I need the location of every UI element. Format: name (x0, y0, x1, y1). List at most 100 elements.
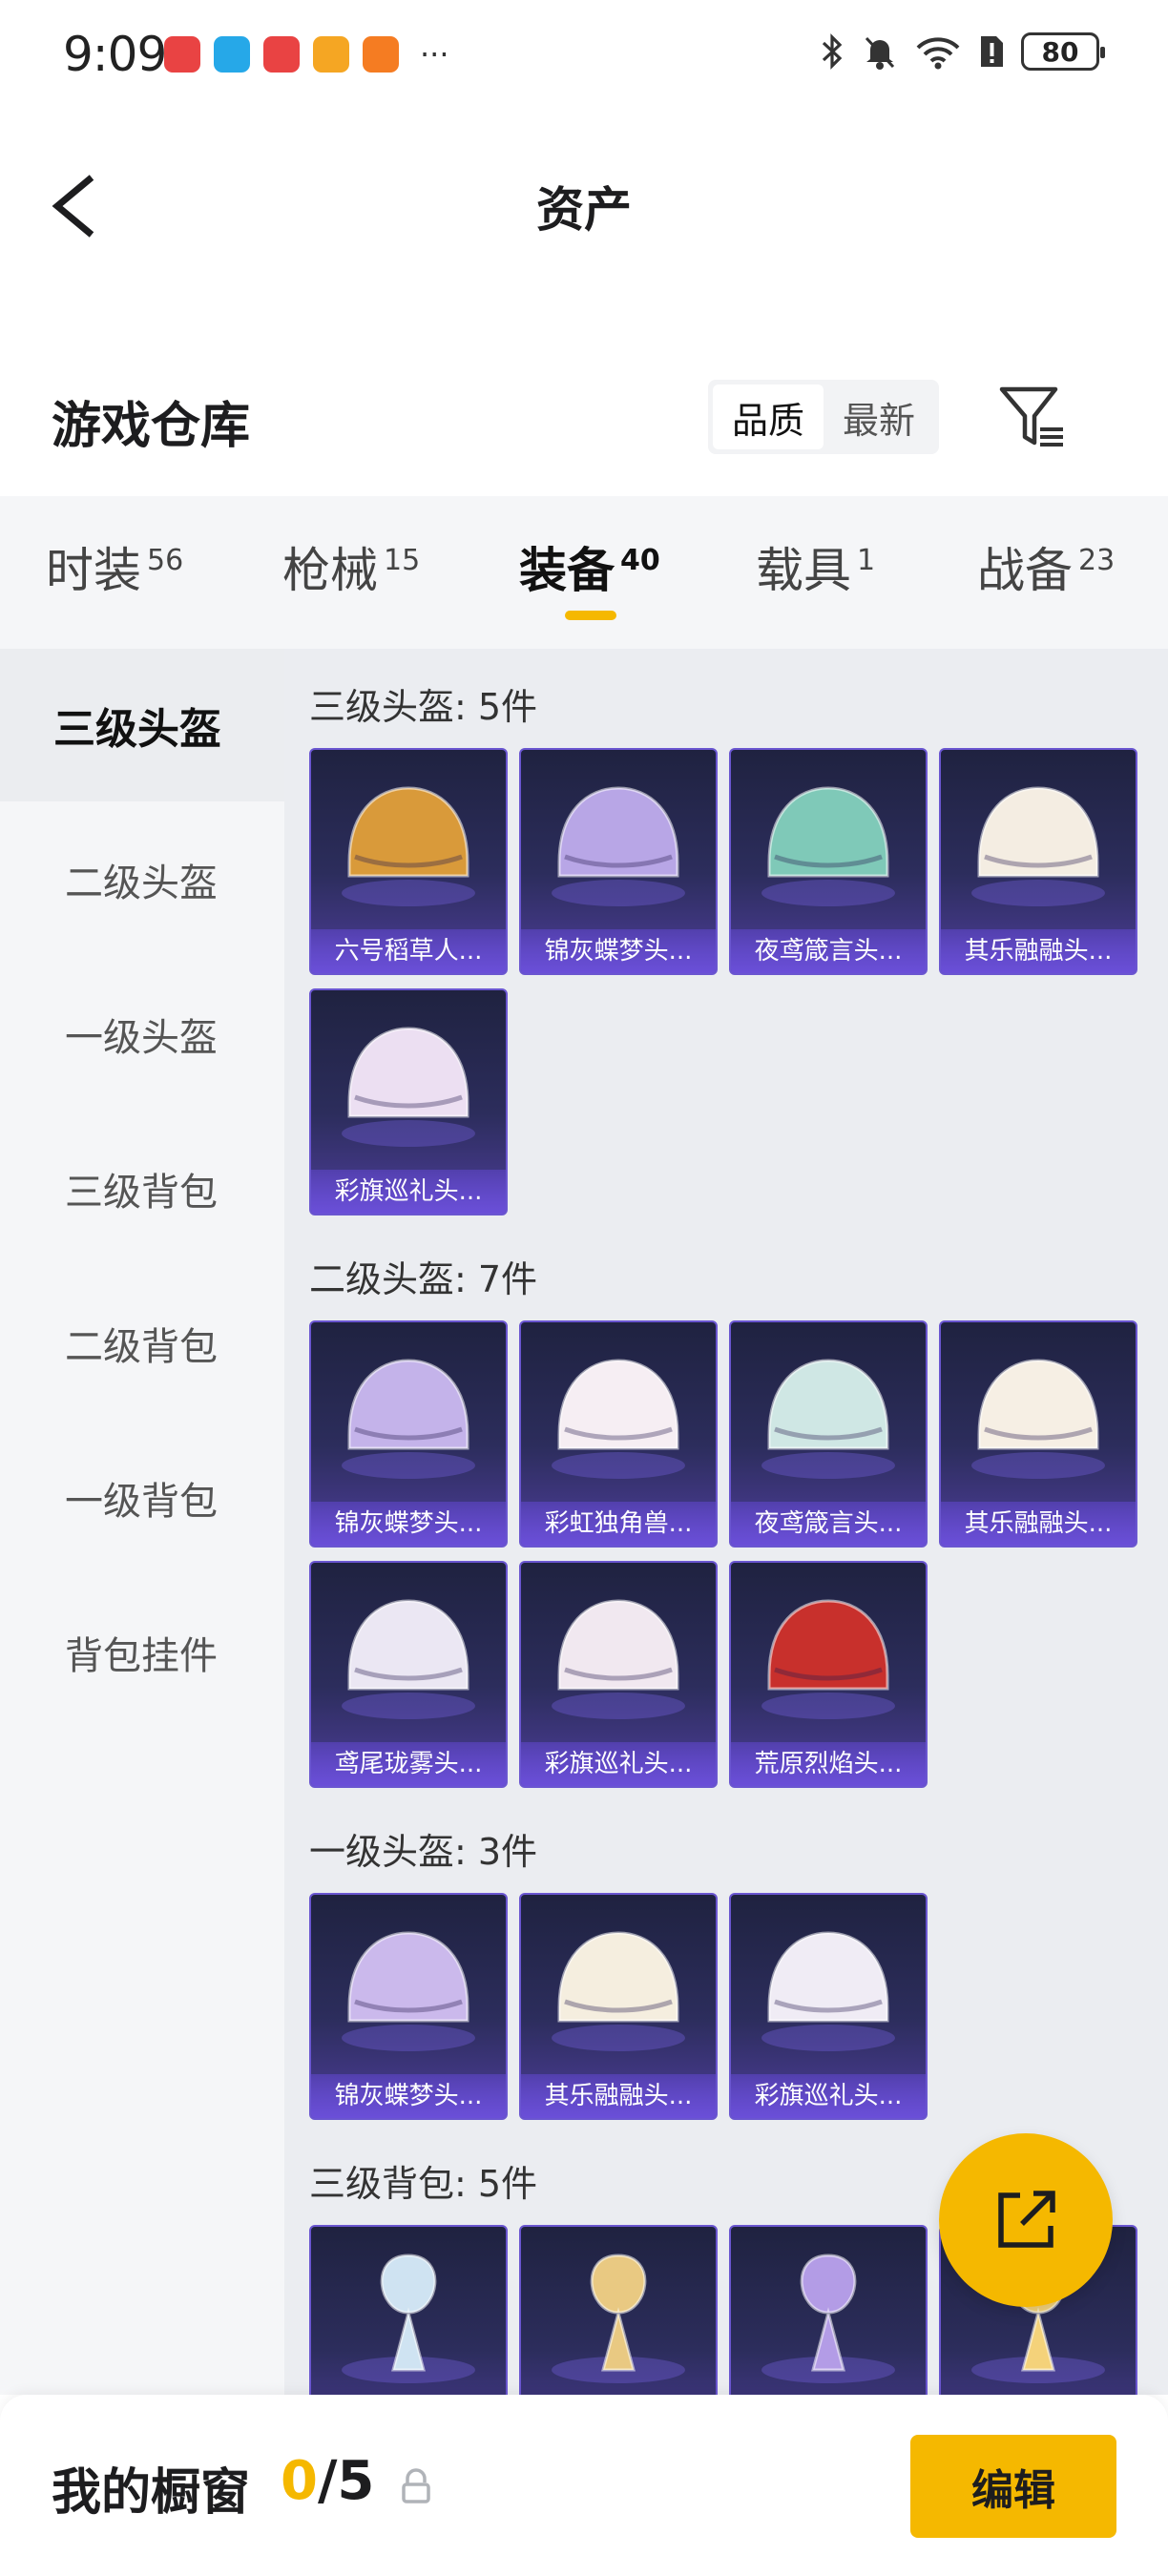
helmet-icon (552, 1359, 685, 1479)
tab-vehicles[interactable]: 载具 1 (756, 532, 875, 601)
item-name: 鸢尾珑雾头... (311, 1742, 506, 1786)
item-card[interactable]: 其乐融融头... (939, 1320, 1137, 1548)
sidebar-item-level1-backpack[interactable]: 一级背包 (0, 1422, 284, 1574)
item-card[interactable]: 夜鸢箴言头... (729, 1320, 928, 1548)
sim-alert-icon (981, 36, 1003, 67)
app-notification-icon (363, 36, 399, 73)
helmet-icon (971, 1359, 1105, 1479)
helmet-icon (761, 1359, 895, 1479)
sort-quality-button[interactable]: 品质 (713, 384, 824, 449)
tab-fashion[interactable]: 时装 56 (46, 532, 183, 601)
item-card[interactable]: 夜鸢箴言头... (729, 748, 928, 975)
item-card[interactable]: 彩旗巡礼头... (309, 988, 508, 1215)
item-card[interactable]: 其乐融融头... (519, 1893, 718, 2120)
section-title: 一级头盔: 3件 (309, 1831, 538, 1873)
tab-count: 56 (147, 544, 184, 578)
wifi-icon (916, 37, 960, 70)
item-card[interactable] (309, 2225, 508, 2395)
helmet-icon (761, 1599, 895, 1719)
helmet-icon (342, 1359, 475, 1479)
app-notification-icon (263, 36, 300, 73)
item-card[interactable]: 鸢尾珑雾头... (309, 1561, 508, 1788)
item-card[interactable]: 彩旗巡礼头... (729, 1893, 928, 2120)
app-notification-icon (313, 36, 349, 73)
item-card[interactable] (519, 2225, 718, 2395)
item-name: 其乐融融头... (941, 1502, 1136, 1546)
showcase-count: 0/5 (281, 2450, 374, 2512)
warehouse-title: 游戏仓库 (52, 398, 251, 455)
item-name: 六号稻草人... (311, 929, 506, 973)
backpack-pendant-icon (342, 2254, 475, 2383)
item-card[interactable]: 彩虹独角兽... (519, 1320, 718, 1548)
item-name: 其乐融融头... (521, 2074, 716, 2118)
lock-icon (402, 2468, 430, 2503)
sidebar-item-level2-backpack[interactable]: 二级背包 (0, 1267, 284, 1420)
tab-label: 装备 (519, 543, 615, 598)
section-title: 二级头盔: 7件 (309, 1258, 538, 1300)
section-title: 三级头盔: 5件 (309, 686, 538, 728)
sidebar-item-level3-backpack[interactable]: 三级背包 (0, 1112, 284, 1265)
mute-bell-icon (865, 36, 895, 70)
item-card[interactable]: 荒原烈焰头... (729, 1561, 928, 1788)
tab-label: 载具 (756, 543, 851, 598)
sort-newest-button[interactable]: 最新 (824, 384, 934, 449)
item-card[interactable] (729, 2225, 928, 2395)
sidebar-item-level2-helmet[interactable]: 二级头盔 (0, 803, 284, 956)
helmet-icon (342, 1931, 475, 2051)
item-name: 夜鸢箴言头... (731, 1502, 926, 1546)
tab-guns[interactable]: 枪械 15 (282, 532, 420, 601)
tab-count: 40 (620, 544, 660, 578)
tab-count: 23 (1078, 544, 1116, 578)
tab-count: 1 (857, 544, 876, 578)
showcase-total: 5 (337, 2450, 375, 2512)
item-name: 锦灰蝶梦头... (311, 1502, 506, 1546)
tab-equipment[interactable]: 装备 40 (519, 532, 660, 601)
sidebar-item-level1-helmet[interactable]: 一级头盔 (0, 958, 284, 1111)
item-card[interactable]: 彩旗巡礼头... (519, 1561, 718, 1788)
helmet-icon (552, 786, 685, 906)
bluetooth-icon (822, 33, 843, 70)
item-card[interactable]: 锦灰蝶梦头... (519, 748, 718, 975)
more-notifications-icon: ··· (420, 36, 449, 73)
notification-icons: ··· (164, 36, 449, 73)
item-card[interactable]: 六号稻草人... (309, 748, 508, 975)
edit-button[interactable]: 编辑 (910, 2435, 1116, 2538)
navigation-bar: 资产 (0, 143, 1168, 267)
helmet-icon (971, 786, 1105, 906)
page-title: 资产 (536, 182, 632, 238)
category-tabs: 时装 56 枪械 15 装备 40 载具 1 战备 23 (0, 496, 1168, 649)
item-card[interactable]: 锦灰蝶梦头... (309, 1893, 508, 2120)
tab-label: 枪械 (282, 543, 378, 598)
helmet-icon (761, 786, 895, 906)
item-grid-area[interactable]: 三级头盔: 5件 二级头盔: 7件 一级头盔: 3件 三级背包: 5件 六号稻草… (284, 649, 1168, 2395)
helmet-icon (342, 1599, 475, 1719)
tab-supplies[interactable]: 战备 23 (977, 532, 1115, 601)
share-icon (998, 2191, 1055, 2248)
item-name: 彩虹独角兽... (521, 1502, 716, 1546)
page: 9:09 ··· 80 资产 游戏仓库 品质 最新 时装 56 枪械 15 装备… (0, 0, 1168, 2576)
tab-label: 战备 (977, 543, 1073, 598)
item-card[interactable]: 其乐融融头... (939, 748, 1137, 975)
warehouse-header: 游戏仓库 品质 最新 (0, 363, 1168, 477)
helmet-icon (552, 1599, 685, 1719)
status-indicators: 80 (821, 32, 1105, 71)
item-name: 彩旗巡礼头... (731, 2074, 926, 2118)
item-name: 彩旗巡礼头... (311, 1170, 506, 1214)
showcase-bar: 我的橱窗 0/5 编辑 (0, 2395, 1168, 2576)
status-bar: 9:09 ··· 80 (0, 0, 1168, 114)
backpack-pendant-icon (552, 2254, 685, 2383)
active-tab-indicator (565, 611, 616, 620)
share-button[interactable] (939, 2133, 1113, 2307)
app-notification-icon (214, 36, 250, 73)
filter-icon[interactable] (996, 382, 1067, 452)
sidebar-item-level3-helmet[interactable]: 三级头盔 (0, 649, 284, 801)
sidebar-item-backpack-pendant[interactable]: 背包挂件 (0, 1576, 284, 1729)
section-title: 三级背包: 5件 (309, 2163, 538, 2205)
item-name: 荒原烈焰头... (731, 1742, 926, 1786)
helmet-icon (761, 1931, 895, 2051)
tab-count: 15 (384, 544, 421, 578)
tab-label: 时装 (46, 543, 141, 598)
item-name: 夜鸢箴言头... (731, 929, 926, 973)
item-name: 彩旗巡礼头... (521, 1742, 716, 1786)
item-card[interactable]: 锦灰蝶梦头... (309, 1320, 508, 1548)
